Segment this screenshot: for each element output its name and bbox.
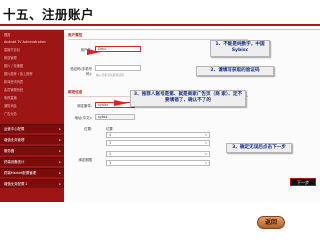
chevron-down-icon[interactable]: ▾ [204, 161, 208, 165]
chevron-down-icon[interactable]: ▾ [204, 141, 208, 145]
sidebar-item-recommend[interactable]: 图片推荐 / 篇上推荐 [0, 71, 64, 78]
region-row-label: 位置 [106, 127, 113, 131]
title-divider [0, 24, 320, 26]
callout-username-rule: 1、不能是纯数字，中国 Sybisc [210, 40, 270, 57]
period-label: 绑定期限 [78, 158, 92, 162]
sidebar-item-home[interactable]: 首页 [0, 32, 64, 39]
sidebar-item-live[interactable]: 直播节目目 [0, 47, 64, 54]
sidebar-item-channels[interactable]: 频道管理 [0, 55, 64, 62]
section-user-label: 用户属性 [68, 33, 83, 37]
chevron-down-icon[interactable]: ▾ [204, 133, 208, 137]
username-input[interactable]: Diou [95, 46, 141, 52]
callout-verify-code: 2、请填写获取的验证码 [196, 66, 274, 77]
bind-label: 绑定服务: [77, 104, 92, 108]
sidebar-group-market[interactable]: 终端Market配置管理 [0, 168, 64, 177]
sidebar: 首页 Android TV Administration 直播节目目 频道管理 … [0, 30, 64, 202]
form-panel: 用户属性 用户名: Diou 验证码(手机号码): 输入手机号获取验证码 绑定信… [64, 30, 320, 202]
callout-referrer: 3、推荐人账号是第、就是商家广告页（商 家）、定不要填错了，确认不了的 [130, 90, 246, 107]
sidebar-item-members[interactable]: 会员管理系统 [0, 87, 64, 94]
sidebar-item-tv[interactable]: 电视直播 [0, 95, 64, 102]
address-label: 地址(中文): [74, 116, 92, 120]
address-input[interactable]: sybsc [95, 114, 135, 120]
sidebar-group-devices[interactable]: 终端设备统计 [0, 157, 64, 166]
region-select-1[interactable]: 1 [106, 132, 210, 138]
app-screenshot: 首页 Android TV Administration 直播节目目 频道管理 … [0, 29, 320, 202]
sidebar-item-ads[interactable]: 广告业务 [0, 111, 64, 118]
red-arrow-icon [114, 100, 128, 106]
sidebar-group-value-added-2[interactable]: 增值业务配置 2 [0, 179, 64, 188]
return-button[interactable]: 返回 [257, 216, 285, 229]
region-label: 位置: [84, 127, 92, 131]
region-select-2[interactable]: 1 [106, 140, 210, 146]
sidebar-group-ops[interactable]: 运营中心配置 [0, 124, 64, 133]
sidebar-group-value-added[interactable]: 增值业务管理 [0, 135, 64, 144]
verify-code-input[interactable] [95, 65, 141, 71]
red-arrow-icon [87, 49, 101, 55]
callout-confirm-next: 3、确定无误后点击下一步 [226, 143, 292, 154]
sidebar-item-admin[interactable]: Android TV Administration [0, 39, 64, 46]
sidebar-group-server[interactable]: 服务器 [0, 146, 64, 155]
sidebar-item-notices[interactable]: 通知消息 [0, 103, 64, 110]
section-bind-label: 绑定信息 [68, 90, 83, 94]
period-select-2[interactable]: 1 [106, 160, 210, 166]
verify-code-hint: 输入手机号获取验证码 [96, 73, 124, 77]
next-step-button[interactable]: 下一步 [290, 178, 316, 186]
slide-title: 十五、注册账户 [3, 7, 95, 22]
sidebar-item-news[interactable]: 新闻资讯列表 [0, 79, 64, 86]
chevron-down-icon[interactable]: ▾ [204, 152, 208, 156]
verify-code-label: 验证码(手机号码): [70, 67, 92, 76]
sidebar-item-banner[interactable]: 图片 / 轮播图 [0, 63, 64, 70]
period-select-1[interactable]: 1 [106, 151, 210, 157]
